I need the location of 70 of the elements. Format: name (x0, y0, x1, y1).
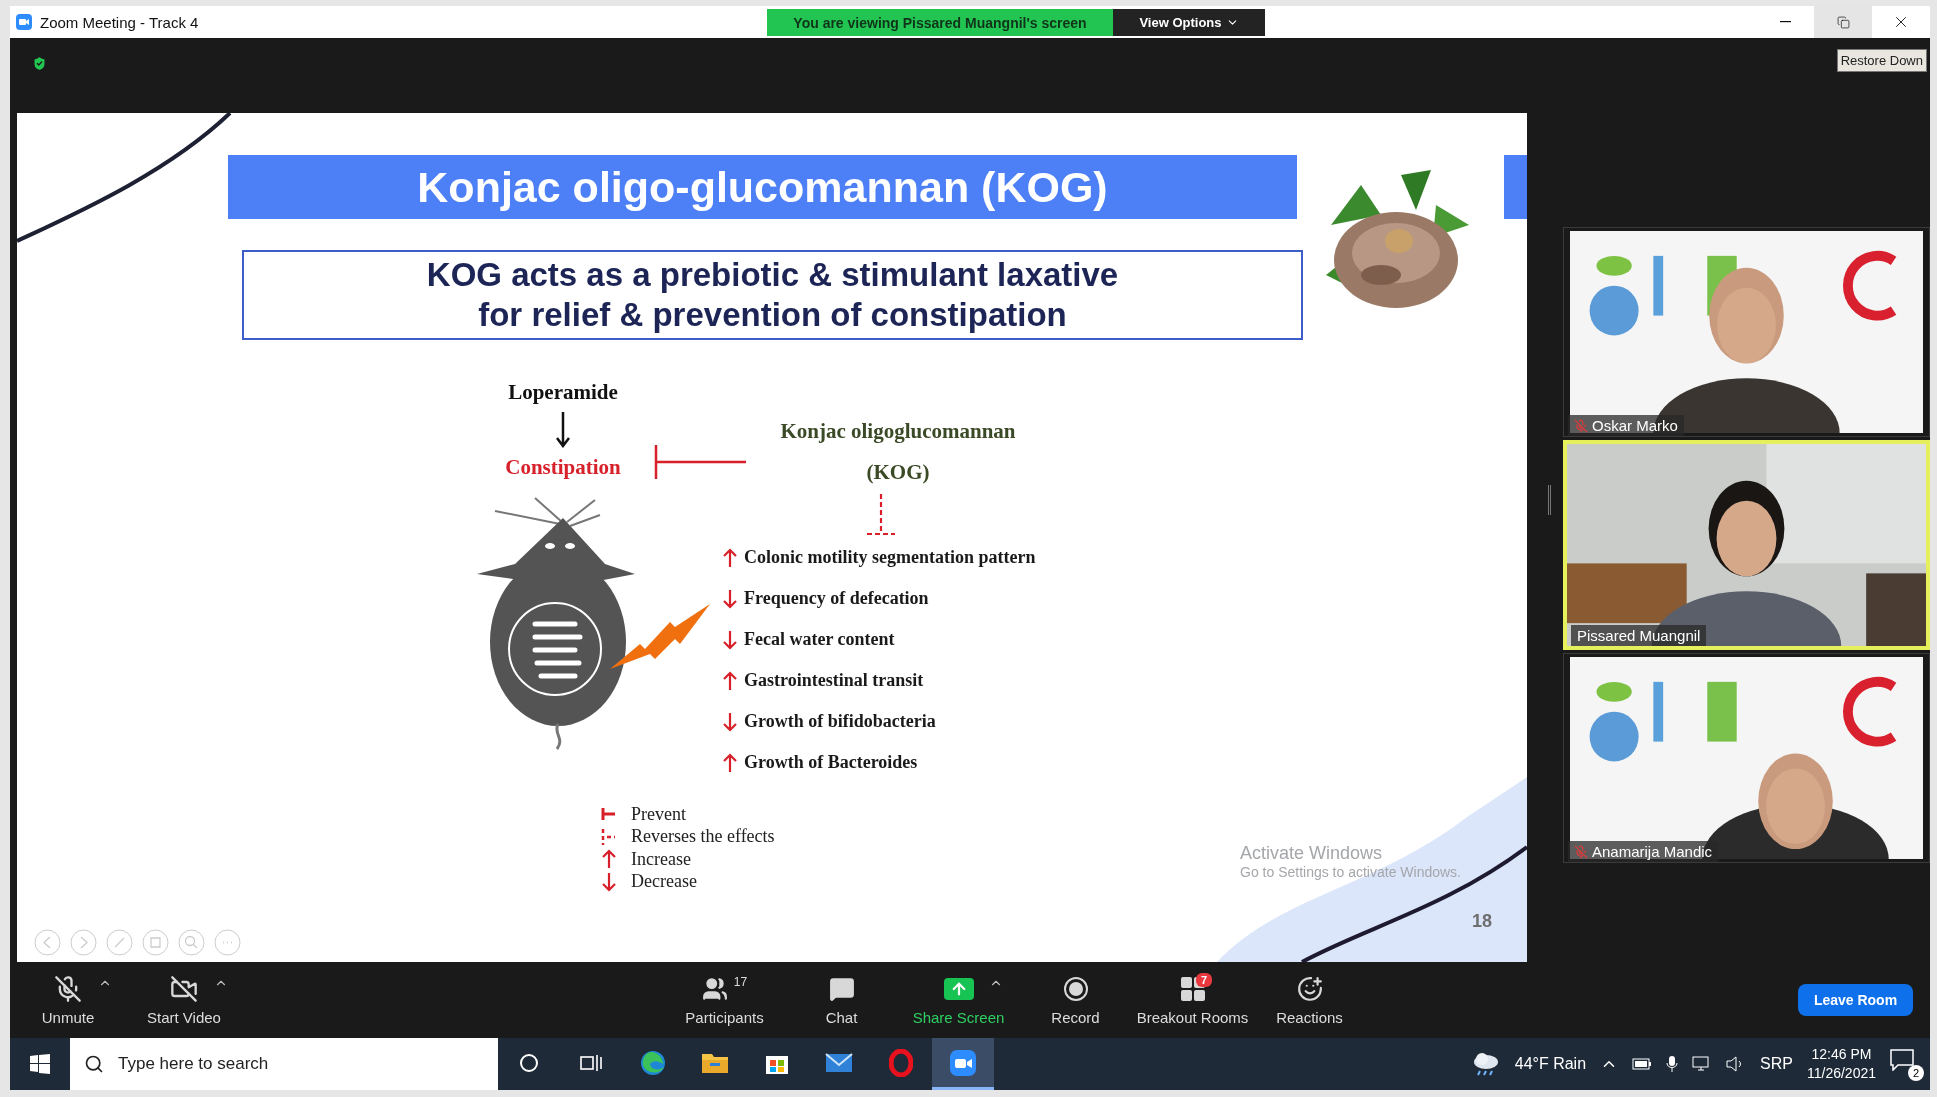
cause-label: Loperamide (507, 380, 619, 405)
key-message: KOG acts as a prebiotic & stimulant laxative for relief & prevention of constipation (242, 250, 1303, 340)
share-screen-icon (943, 977, 974, 1000)
share-button[interactable]: Share Screen (900, 968, 1017, 1032)
effect-text: Fecal water content (744, 629, 895, 650)
window-title: Zoom Meeting - Track 4 (40, 13, 199, 31)
mute-button[interactable]: Unmute (10, 968, 126, 1032)
count-badge: 7 (1196, 973, 1213, 987)
video-button[interactable]: Start Video (126, 968, 242, 1032)
shield-icon (31, 55, 48, 72)
clock-time[interactable]: 12:46 PM (1811, 1045, 1872, 1064)
chat-button[interactable]: Chat (783, 968, 900, 1032)
effect-text: Frequency of defecation (744, 588, 929, 609)
video-off-icon (170, 974, 198, 1003)
effect-text: Colonic motility segmentation pattern (744, 547, 1036, 568)
page-number: 18 (1471, 911, 1492, 932)
minimize-icon (1779, 21, 1791, 23)
search-icon (84, 1054, 104, 1074)
participant-count: 17 (733, 974, 748, 989)
edge-icon (639, 1048, 667, 1077)
reactions-icon (1296, 975, 1323, 1002)
record-icon (1062, 975, 1089, 1002)
app-icon (16, 14, 32, 30)
opera-icon (889, 1048, 913, 1077)
participant-name: Pissared Muangnil (1577, 627, 1701, 644)
task-view-icon (580, 1052, 602, 1073)
participants-button[interactable]: 17 Participants (666, 968, 783, 1032)
microphone-icon[interactable] (1666, 1055, 1679, 1073)
effect-text: Growth of Bacteroides (744, 752, 918, 773)
view-options-button[interactable]: View Options (1113, 9, 1265, 36)
breakout-button[interactable]: 7 Breakout Rooms (1134, 968, 1251, 1032)
clock-date[interactable]: 11/26/2021 (1806, 1064, 1876, 1083)
legend-label: Decrease (631, 871, 697, 893)
language-indicator[interactable]: SRP (1760, 1055, 1793, 1073)
restore-icon (1836, 15, 1850, 29)
zoom-icon (949, 1048, 977, 1077)
mic-muted-icon (54, 974, 82, 1003)
title-bar-stub (1504, 155, 1527, 219)
notification-count: 2 (1908, 1065, 1924, 1081)
agent-label: Konjac oligoglucomannan (779, 419, 1017, 444)
reactions-button[interactable]: Reactions (1251, 968, 1368, 1032)
battery-icon[interactable] (1632, 1058, 1653, 1070)
agent-abbreviation: (KOG) (865, 460, 931, 485)
participant-name: Anamarija Mandic (1592, 843, 1713, 860)
record-button[interactable]: Record (1017, 968, 1134, 1032)
taskbar-app[interactable] (932, 1038, 994, 1090)
effect-text: Gastrointestinal transit (744, 670, 924, 691)
chat-icon (828, 975, 855, 1002)
slide-title: Konjac oligo-glucomannan (KOG) (228, 155, 1297, 219)
screen-share-banner: You are viewing Pissared Muangnil's screen (767, 9, 1113, 36)
windows-logo-icon (30, 1054, 50, 1074)
tooltip: Restore Down (1836, 49, 1927, 72)
participants-icon (701, 975, 728, 1002)
legend-label: Increase (631, 848, 691, 870)
arrow-icon (555, 412, 571, 448)
mail-icon (825, 1051, 853, 1074)
activation-title: Activate Windows (1240, 843, 1384, 864)
activation-text: Go to Settings to activate Windows. (1240, 864, 1461, 880)
legend-label: Reverses the effects (631, 826, 775, 848)
search-field[interactable]: Type here to search (70, 1038, 498, 1090)
splitter-handle[interactable] (1547, 485, 1551, 515)
cortana-icon (519, 1052, 539, 1073)
notification-icon[interactable] (1890, 1049, 1914, 1071)
dashed-inhibitor-line (866, 494, 896, 536)
leave-room-button[interactable]: Leave Room (1798, 984, 1913, 1016)
legend-label: Prevent (631, 803, 686, 825)
weather-text: 44°F Rain (1514, 1055, 1587, 1073)
condition-label: Constipation (504, 455, 622, 480)
effect-text: Growth of bifidobacteria (744, 711, 936, 732)
participant-name: Oskar Marko (1592, 417, 1678, 434)
